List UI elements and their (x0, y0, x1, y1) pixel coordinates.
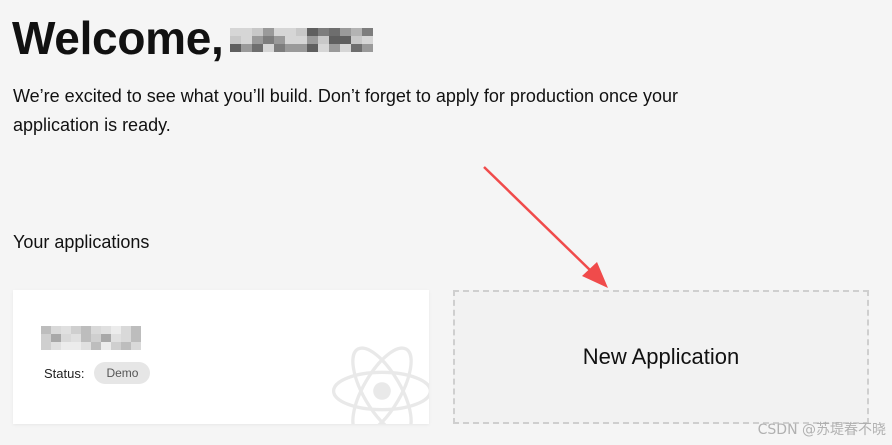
welcome-greeting: Welcome, (12, 12, 224, 64)
new-application-label: New Application (582, 344, 740, 369)
section-title-applications: Your applications (13, 232, 150, 252)
redacted-app-name (41, 326, 141, 350)
intro-text: We’re excited to see what you’ll build. … (13, 86, 679, 135)
status-badge: Demo (94, 362, 151, 384)
react-atom-icon (331, 346, 429, 424)
watermark: CSDN @苏堤春不晓 (757, 422, 886, 438)
new-application-button[interactable]: New Application (453, 290, 869, 424)
redacted-username (229, 28, 373, 52)
application-card[interactable]: Status: Demo (13, 290, 429, 424)
status-row: Status: Demo (44, 362, 151, 384)
page-title: Welcome, (12, 12, 373, 64)
status-label: Status: (44, 365, 85, 381)
